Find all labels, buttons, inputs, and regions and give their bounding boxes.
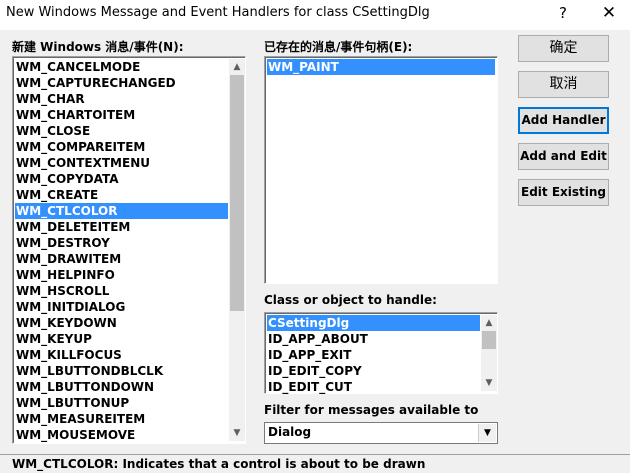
add-handler-button[interactable]: Add Handler bbox=[518, 107, 609, 134]
title-bar: New Windows Message and Event Handlers f… bbox=[0, 0, 630, 30]
list-item[interactable]: WM_INITDIALOG bbox=[15, 299, 228, 315]
list-item[interactable]: WM_DELETEITEM bbox=[15, 219, 228, 235]
list-item[interactable]: WM_DRAWITEM bbox=[15, 251, 228, 267]
scrollbar-thumb[interactable] bbox=[230, 75, 244, 311]
existing-handlers-label: 已存在的消息/事件句柄(E): bbox=[264, 40, 413, 54]
list-item[interactable]: WM_CAPTURECHANGED bbox=[15, 75, 228, 91]
list-item[interactable]: WM_CANCELMODE bbox=[15, 59, 228, 75]
list-item[interactable]: ID_EDIT_CUT bbox=[267, 379, 480, 395]
list-item[interactable]: WM_HSCROLL bbox=[15, 283, 228, 299]
list-item[interactable]: WM_LBUTTONDOWN bbox=[15, 379, 228, 395]
class-object-scrollbar[interactable]: ▲ ▼ bbox=[481, 315, 497, 391]
filter-value: Dialog bbox=[268, 425, 312, 439]
list-item[interactable]: WM_DESTROY bbox=[15, 235, 228, 251]
list-item[interactable]: ID_APP_EXIT bbox=[267, 347, 480, 363]
status-text: WM_CTLCOLOR: Indicates that a control is… bbox=[12, 457, 426, 471]
list-item[interactable]: WM_PAINT bbox=[267, 59, 495, 75]
scroll-up-icon[interactable]: ▲ bbox=[481, 315, 497, 331]
scroll-down-icon[interactable]: ▼ bbox=[481, 375, 497, 391]
list-item[interactable]: WM_CONTEXTMENU bbox=[15, 155, 228, 171]
list-item[interactable]: WM_HELPINFO bbox=[15, 267, 228, 283]
scroll-up-icon[interactable]: ▲ bbox=[229, 59, 245, 75]
status-bar: WM_CTLCOLOR: Indicates that a control is… bbox=[0, 454, 630, 473]
list-item[interactable]: WM_CTLCOLOR bbox=[15, 203, 228, 219]
list-item[interactable]: WM_KEYUP bbox=[15, 331, 228, 347]
chevron-down-icon[interactable]: ▼ bbox=[478, 424, 496, 442]
list-item[interactable]: WM_CHARTOITEM bbox=[15, 107, 228, 123]
list-item[interactable]: WM_MEASUREITEM bbox=[15, 411, 228, 427]
list-item[interactable]: CSettingDlg bbox=[267, 315, 480, 331]
list-item[interactable]: WM_CLOSE bbox=[15, 123, 228, 139]
ok-button[interactable]: 确定 bbox=[518, 35, 609, 62]
scrollbar-thumb[interactable] bbox=[482, 331, 496, 349]
list-item[interactable]: WM_KEYDOWN bbox=[15, 315, 228, 331]
class-object-listbox[interactable]: CSettingDlg ID_APP_ABOUT ID_APP_EXIT ID_EDI… bbox=[264, 312, 498, 394]
cancel-button[interactable]: 取消 bbox=[518, 71, 609, 98]
list-item[interactable]: ID_APP_ABOUT bbox=[267, 331, 480, 347]
filter-dropdown[interactable]: Dialog ▼ bbox=[264, 422, 498, 444]
list-item[interactable]: WM_COPYDATA bbox=[15, 171, 228, 187]
help-button[interactable]: ? bbox=[540, 0, 586, 30]
window-title: New Windows Message and Event Handlers f… bbox=[6, 5, 430, 20]
list-item[interactable]: WM_MOUSEMOVE bbox=[15, 427, 228, 443]
list-item[interactable]: WM_CREATE bbox=[15, 187, 228, 203]
list-item[interactable]: WM_CHAR bbox=[15, 91, 228, 107]
list-item[interactable]: WM_LBUTTONUP bbox=[15, 395, 228, 411]
list-item[interactable]: WM_LBUTTONDBLCLK bbox=[15, 363, 228, 379]
edit-existing-button[interactable]: Edit Existing bbox=[518, 179, 609, 206]
add-and-edit-button[interactable]: Add and Edit bbox=[518, 143, 609, 170]
new-messages-label: 新建 Windows 消息/事件(N): bbox=[12, 40, 184, 54]
list-item[interactable]: WM_COMPAREITEM bbox=[15, 139, 228, 155]
scroll-down-icon[interactable]: ▼ bbox=[229, 425, 245, 441]
new-messages-listbox[interactable]: WM_CANCELMODE WM_CAPTURECHANGED WM_CHAR WM_… bbox=[12, 56, 246, 444]
list-item[interactable]: ID_EDIT_COPY bbox=[267, 363, 480, 379]
new-messages-scrollbar[interactable]: ▲ ▼ bbox=[229, 59, 245, 441]
filter-label: Filter for messages available to bbox=[264, 403, 479, 417]
class-object-label: Class or object to handle: bbox=[264, 293, 437, 307]
close-button[interactable]: ✕ bbox=[586, 0, 630, 30]
existing-handlers-listbox[interactable]: WM_PAINT bbox=[264, 56, 498, 284]
list-item[interactable]: WM_KILLFOCUS bbox=[15, 347, 228, 363]
